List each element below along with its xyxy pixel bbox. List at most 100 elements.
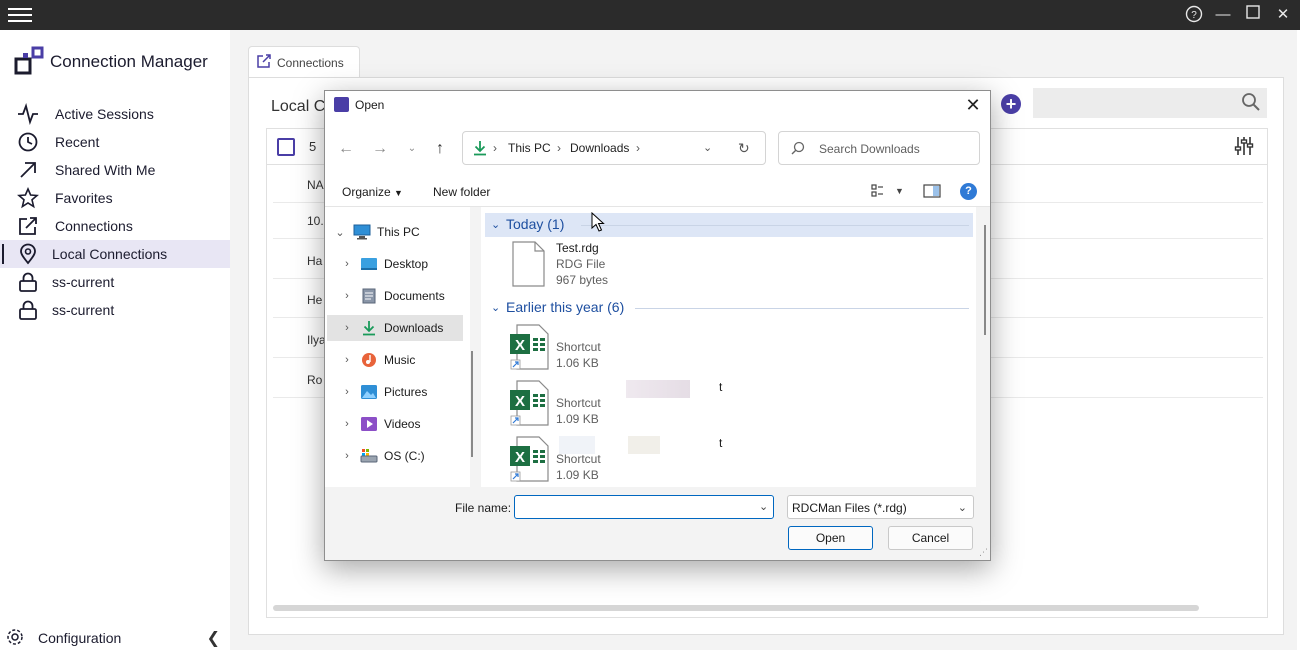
file-size: 1.06 KB [556,356,599,370]
sidebar-item-local-connections[interactable]: Local Connections [0,240,230,268]
minimize-icon[interactable]: — [1212,5,1234,25]
mouse-cursor-icon [591,211,605,235]
tab-label: Connections [277,55,344,70]
back-arrow-icon[interactable]: ← [335,139,357,159]
hamburger-menu-icon[interactable] [8,4,32,26]
file-name-input[interactable] [514,495,774,519]
download-icon [360,320,378,336]
row-name: Ilya [307,333,326,347]
sidebar-item-favorites[interactable]: Favorites [0,184,230,212]
file-list-scrollbar[interactable] [984,225,986,335]
chevron-right-icon[interactable]: › [340,258,354,270]
file-size: 967 bytes [556,273,609,287]
search-icon [791,141,805,158]
chevron-right-icon[interactable]: › [340,322,354,334]
search-placeholder: Search Downloads [819,142,920,156]
chevron-down-icon[interactable]: ⌄ [491,301,500,314]
chevron-right-icon[interactable]: › [340,418,354,430]
search-downloads-input[interactable]: Search Downloads [778,131,980,165]
column-header-name: NA [307,178,324,192]
address-dropdown-chevron-icon[interactable]: ⌄ [703,141,712,154]
help-button[interactable]: ? [960,183,977,200]
refresh-icon[interactable]: ↻ [738,140,750,157]
file-type-select[interactable]: RDCMan Files (*.rdg) ⌄ [787,495,974,519]
chevron-right-icon[interactable]: › [340,354,354,366]
file-type: Shortcut [556,340,601,354]
tree-item-this-pc[interactable]: ⌄ This PC [325,219,463,245]
configuration-item[interactable]: Configuration ❮ [6,626,226,650]
tree-scrollbar[interactable] [471,351,473,457]
sidebar-item-recent[interactable]: Recent [0,128,230,156]
chevron-right-icon[interactable]: › [340,450,354,462]
generic-file-icon [509,241,547,287]
recent-locations-chevron-icon[interactable]: ⌄ [401,139,423,159]
file-item[interactable]: Test.rdg RDG File 967 bytes [501,239,961,293]
breadcrumb-separator-icon[interactable]: › [636,141,640,155]
excel-shortcut-icon: X [509,380,549,426]
sidebar-item-shared-with-me[interactable]: Shared With Me [0,156,230,184]
select-all-checkbox[interactable] [277,138,295,156]
file-item[interactable]: X t Shortcut 1.09 KB [501,378,961,432]
group-divider [635,308,969,309]
window-close-icon[interactable]: ✕ [1272,5,1294,25]
view-dropdown-chevron-icon[interactable]: ▼ [895,186,904,196]
resize-grip-icon[interactable]: ⋰ [979,547,988,558]
configuration-label: Configuration [38,630,122,646]
tree-item-downloads[interactable]: › Downloads [327,315,463,341]
open-button[interactable]: Open [788,526,873,550]
sidebar-item-ss-current-1[interactable]: ss-current [0,268,230,296]
breadcrumb-separator-icon[interactable]: › [557,141,561,155]
activity-icon [17,103,39,125]
chevron-down-icon[interactable]: ⌄ [333,226,347,239]
address-bar[interactable]: › This PC › Downloads › ⌄ ↻ [462,131,766,165]
brand-logo-icon [14,46,46,78]
sidebar-item-label: Connections [55,218,133,234]
preview-pane-icon[interactable] [923,184,941,201]
forward-arrow-icon[interactable]: → [369,139,391,159]
tree-item-music[interactable]: › Music [325,347,463,373]
sidebar-item-active-sessions[interactable]: Active Sessions [0,100,230,128]
brand: Connection Manager [14,46,208,78]
dialog-title: Open [355,98,385,112]
svg-text:?: ? [1191,10,1197,21]
tree-item-videos[interactable]: › Videos [325,411,463,437]
up-arrow-icon[interactable]: ↑ [429,139,451,159]
file-name-dropdown-chevron-icon[interactable]: ⌄ [759,500,768,513]
breadcrumb-separator-icon[interactable]: › [493,141,497,155]
group-header-today[interactable]: ⌄ Today (1) [485,213,973,237]
cancel-button[interactable]: Cancel [888,526,973,550]
filter-sliders-icon[interactable] [1233,135,1255,160]
add-connection-button[interactable]: + [1001,94,1021,114]
view-options-icon[interactable] [871,184,885,201]
file-item[interactable]: X Shortcut 1.06 KB [501,322,961,376]
tree-item-os-c[interactable]: › OS (C:) [325,443,463,469]
chevron-right-icon[interactable]: › [340,290,354,302]
tab-connections[interactable]: Connections [248,46,360,78]
chevron-down-icon[interactable]: ⌄ [491,218,500,231]
svg-text:X: X [515,337,525,354]
group-header-earlier-this-year[interactable]: ⌄ Earlier this year (6) [485,296,973,320]
file-item[interactable]: X t Shortcut 1.09 KB [501,434,961,488]
connections-search-input[interactable] [1033,88,1267,118]
breadcrumb-downloads[interactable]: Downloads [570,141,629,155]
breadcrumb-this-pc[interactable]: This PC [508,141,551,155]
sidebar-item-ss-current-2[interactable]: ss-current [0,296,230,324]
new-folder-button[interactable]: New folder [433,185,490,199]
search-icon[interactable] [1241,92,1261,115]
arrow-up-right-icon [17,159,39,181]
active-indicator [2,244,4,264]
maximize-icon[interactable] [1242,5,1264,25]
help-icon[interactable]: ? [1183,5,1205,25]
sidebar-item-connections[interactable]: Connections [0,212,230,240]
tree-item-documents[interactable]: › Documents [325,283,463,309]
gear-icon [6,628,24,649]
tree-item-pictures[interactable]: › Pictures [325,379,463,405]
horizontal-scrollbar[interactable] [273,605,1199,611]
dialog-close-icon[interactable]: ✕ [962,94,984,116]
chevron-right-icon[interactable]: › [340,386,354,398]
tree-item-desktop[interactable]: › Desktop [325,251,463,277]
navigation-tree: ⌄ This PC › Desktop › Documents › Downlo… [325,207,470,487]
music-icon [360,352,378,368]
collapse-sidebar-icon[interactable]: ❮ [207,628,220,648]
organize-button[interactable]: Organize ▼ [342,185,403,199]
